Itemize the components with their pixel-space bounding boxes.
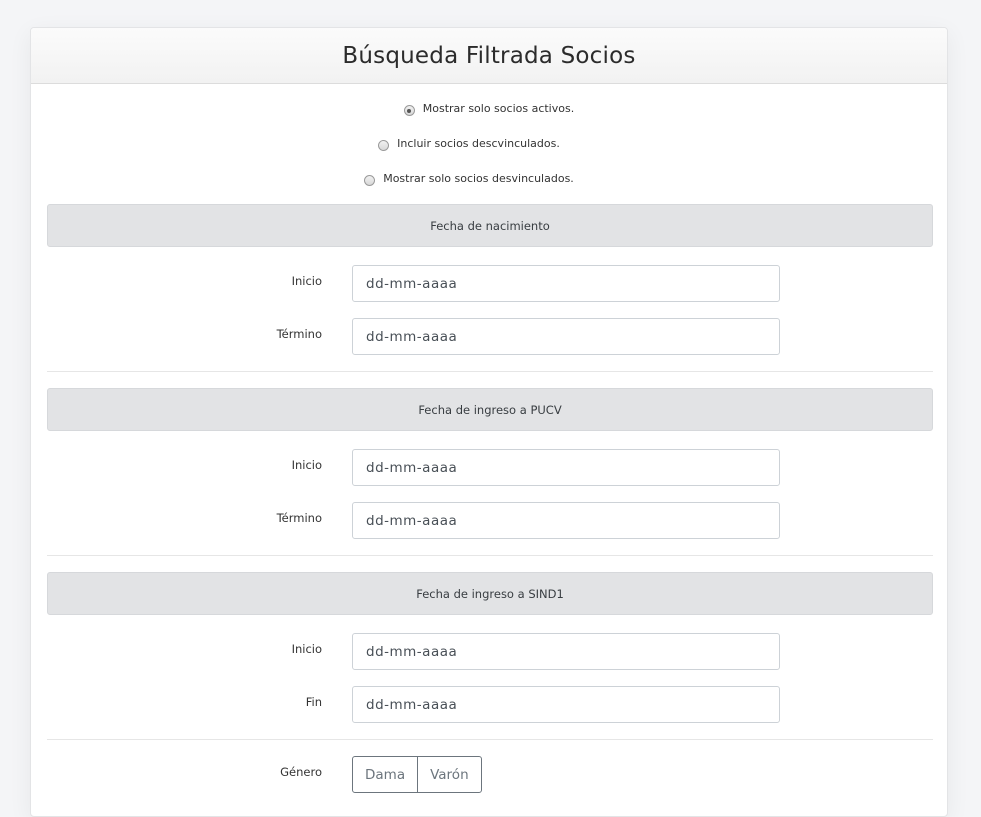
pucv-date-start-input[interactable] (352, 449, 780, 486)
card-header: Búsqueda Filtrada Socios (31, 28, 947, 84)
page-title: Búsqueda Filtrada Socios (342, 42, 636, 69)
radio-button[interactable] (378, 140, 390, 151)
radio-label: Mostrar solo socios desvinculados. (383, 172, 574, 185)
field-label: Inicio (291, 642, 322, 656)
section-pucv-date: Fecha de ingreso a PUCV (47, 388, 933, 431)
field-label: Término (276, 511, 322, 525)
search-filter-card: Búsqueda Filtrada Socios Mostrar solo so… (30, 27, 948, 817)
radio-button-checked[interactable] (403, 105, 415, 116)
gender-varon-button[interactable]: Varón (417, 756, 482, 793)
divider (47, 371, 933, 372)
radio-label: Mostrar solo socios activos. (422, 102, 575, 115)
radio-unlinked-only[interactable]: Mostrar solo socios desvinculados. (31, 172, 927, 186)
field-label: Inicio (291, 458, 322, 472)
divider (47, 739, 933, 740)
gender-label: Género (280, 765, 322, 779)
radio-label: Incluir socios descvinculados. (397, 137, 560, 150)
gender-dama-button[interactable]: Dama (352, 756, 419, 793)
status-radio-group: Mostrar solo socios activos. Incluir soc… (31, 84, 947, 206)
divider (47, 555, 933, 556)
birth-date-end-input[interactable] (352, 318, 780, 355)
field-label: Fin (305, 695, 322, 709)
section-header: Fecha de ingreso a SIND1 (47, 572, 933, 615)
section-birth-date: Fecha de nacimiento (47, 204, 933, 247)
pucv-date-end-input[interactable] (352, 502, 780, 539)
birth-date-start-input[interactable] (352, 265, 780, 302)
sind1-date-start-input[interactable] (352, 633, 780, 670)
radio-active-only[interactable]: Mostrar solo socios activos. (31, 102, 947, 116)
section-header: Fecha de nacimiento (47, 204, 933, 247)
radio-button[interactable] (364, 175, 376, 186)
sind1-date-end-input[interactable] (352, 686, 780, 723)
radio-include-unlinked[interactable]: Incluir socios descvinculados. (31, 137, 927, 151)
field-label: Inicio (291, 274, 322, 288)
section-header: Fecha de ingreso a PUCV (47, 388, 933, 431)
field-label: Término (276, 327, 322, 341)
gender-button-group: Dama Varón (352, 756, 482, 793)
section-sind1-date: Fecha de ingreso a SIND1 (47, 572, 933, 615)
